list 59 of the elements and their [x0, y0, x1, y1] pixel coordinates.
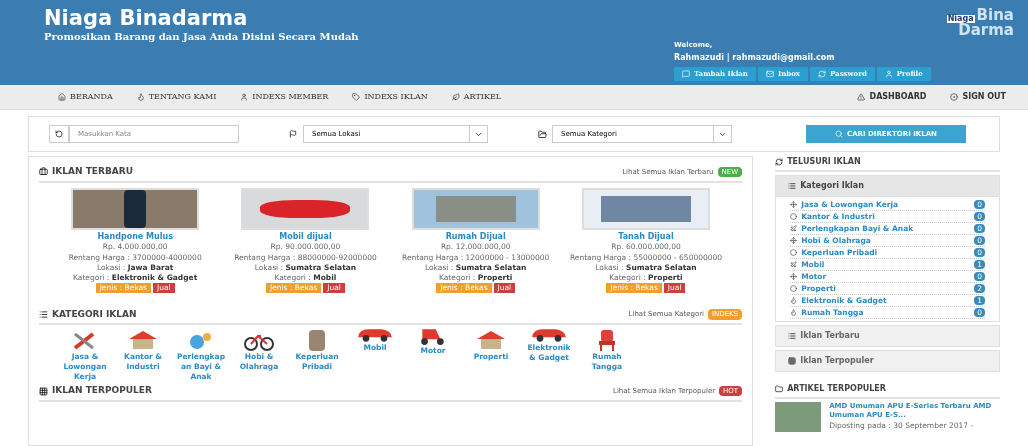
move-icon — [790, 273, 798, 280]
list-icon — [788, 332, 797, 340]
ad-title[interactable]: Rumah Dijual — [445, 231, 506, 242]
move-icon — [790, 201, 798, 208]
car-icon — [357, 328, 393, 344]
ad-title[interactable]: Tanah Dijual — [618, 231, 674, 242]
nav-link[interactable]: BERANDA — [58, 91, 113, 103]
site-tagline: Promosikan Barang dan Jasa Anda Disini Secara Mudah — [44, 30, 359, 44]
section-title: ARTIKEL TERPOPULER — [787, 383, 886, 395]
flag-icon — [289, 130, 297, 138]
move-icon — [790, 237, 798, 244]
refresh-icon — [818, 69, 827, 78]
folder-icon — [775, 385, 784, 393]
folder-icon — [537, 129, 547, 139]
section-title: KATEGORI IKLAN — [52, 307, 137, 321]
accordion-header[interactable]: Kategori Iklan — [775, 175, 1000, 196]
dot-icon — [790, 249, 798, 256]
dot-icon — [790, 285, 798, 292]
nav-link[interactable]: ARTIKEL — [451, 91, 502, 103]
accordion-header[interactable]: Iklan Terbaru — [775, 325, 1000, 347]
logo-text: Darma — [958, 23, 1014, 38]
reset-button[interactable] — [49, 125, 69, 143]
tag-icon — [352, 93, 361, 101]
scooter-icon — [421, 328, 445, 347]
list-icon — [39, 309, 48, 319]
nav-link[interactable]: TENTANG KAMI — [136, 91, 217, 103]
plane-icon — [790, 261, 798, 268]
logo-text: Bina — [976, 8, 1014, 23]
refresh-icon — [775, 158, 784, 166]
ad-title[interactable]: Handpone Mulus — [97, 231, 173, 242]
briefcase-icon — [39, 167, 48, 177]
home-icon — [58, 93, 66, 101]
logo-text: Niaga — [946, 15, 975, 23]
warning-icon — [857, 93, 866, 101]
car-icon — [531, 328, 567, 344]
section-title: IKLAN TERPOPULER — [52, 384, 152, 398]
accordion-header[interactable]: Iklan Terpopuler — [775, 350, 1000, 372]
search-icon — [835, 130, 844, 138]
site-title: Niaga Binadarma — [44, 8, 249, 29]
leaf-icon — [451, 93, 460, 101]
ad-title[interactable]: Mobil dijual — [279, 231, 332, 242]
fire-icon — [136, 93, 145, 101]
plane-icon — [790, 225, 798, 232]
dot-icon — [790, 213, 798, 220]
user-icon — [884, 69, 893, 78]
nav-link[interactable]: INDEXS IKLAN — [352, 91, 428, 103]
comment-icon — [682, 69, 691, 78]
user-icon — [240, 93, 249, 101]
list-icon — [788, 182, 797, 190]
circle-icon — [950, 93, 959, 101]
user-text: Rahmazudi | rahmazudi@gmail.com — [674, 51, 836, 64]
refresh-icon — [55, 130, 63, 138]
section-title: IKLAN TERBARU — [52, 165, 133, 178]
nav-link[interactable]: INDEXS MEMBER — [240, 91, 329, 103]
photo-placeholder — [775, 402, 822, 432]
section-title: TELUSURI IKLAN — [787, 156, 861, 168]
nav-link[interactable]: DASHBOARD — [857, 91, 927, 103]
nav-link[interactable]: SIGN OUT — [950, 91, 1006, 103]
mail-icon — [765, 69, 774, 78]
